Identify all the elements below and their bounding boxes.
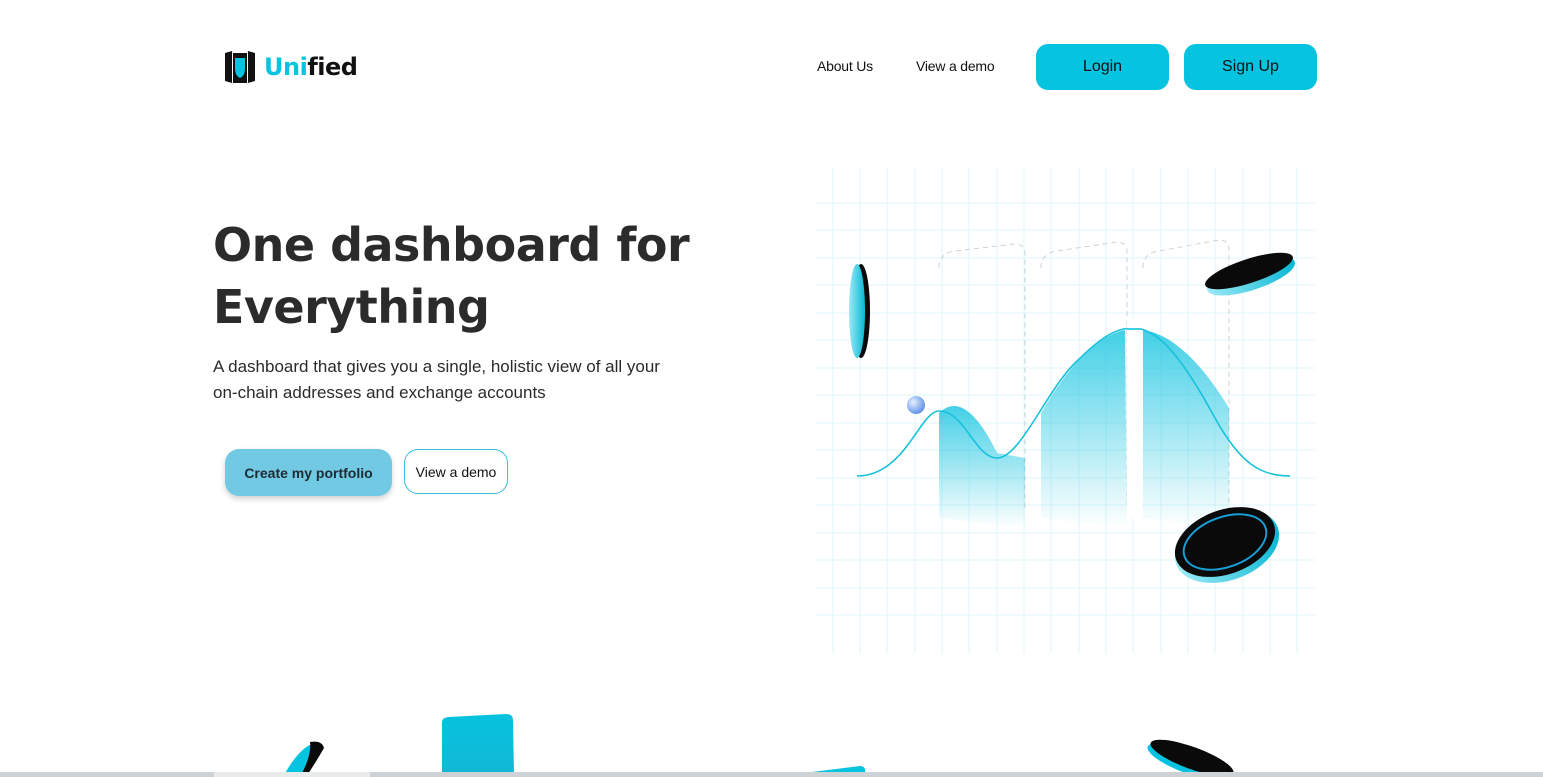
shield-book-icon — [225, 51, 255, 83]
nav-view-demo-link[interactable]: View a demo — [916, 58, 995, 74]
chart-bar-1 — [939, 406, 1025, 528]
brand-name: Unified — [264, 53, 358, 81]
chart-bars — [939, 330, 1229, 528]
sign-up-button[interactable]: Sign Up — [1184, 44, 1317, 90]
create-portfolio-button[interactable]: Create my portfolio — [225, 449, 392, 496]
brand-name-rest: fied — [307, 53, 358, 81]
next-section-illustration — [283, 714, 1234, 777]
brand-logo[interactable]: Unified — [224, 50, 358, 84]
coin-vertical — [849, 264, 870, 358]
card-falling — [442, 714, 514, 777]
coin-falling-right — [1147, 739, 1234, 777]
hero-subtitle: A dashboard that gives you a single, hol… — [213, 357, 660, 402]
brand-name-accent: Uni — [264, 53, 308, 81]
login-button[interactable]: Login — [1036, 44, 1169, 90]
landing-page: Unified About Us View a demo Login Sign … — [0, 0, 1543, 777]
view-demo-button[interactable]: View a demo — [404, 449, 508, 494]
nav-about-us-link[interactable]: About Us — [817, 58, 873, 74]
hero-title-line-1: One dashboard for — [213, 218, 690, 272]
chart-bar-2 — [1041, 330, 1127, 528]
data-point-ball — [907, 396, 925, 414]
chart-gap-1 — [1127, 318, 1142, 518]
dashboard-chart-illustration — [815, 168, 1315, 653]
chart-bar-3 — [1143, 330, 1229, 528]
scrollbar-thumb[interactable] — [214, 772, 370, 777]
hero-title: One dashboard for Everything — [213, 214, 733, 338]
hero-title-line-2: Everything — [213, 280, 490, 334]
coin-tilted-top — [1205, 252, 1295, 296]
